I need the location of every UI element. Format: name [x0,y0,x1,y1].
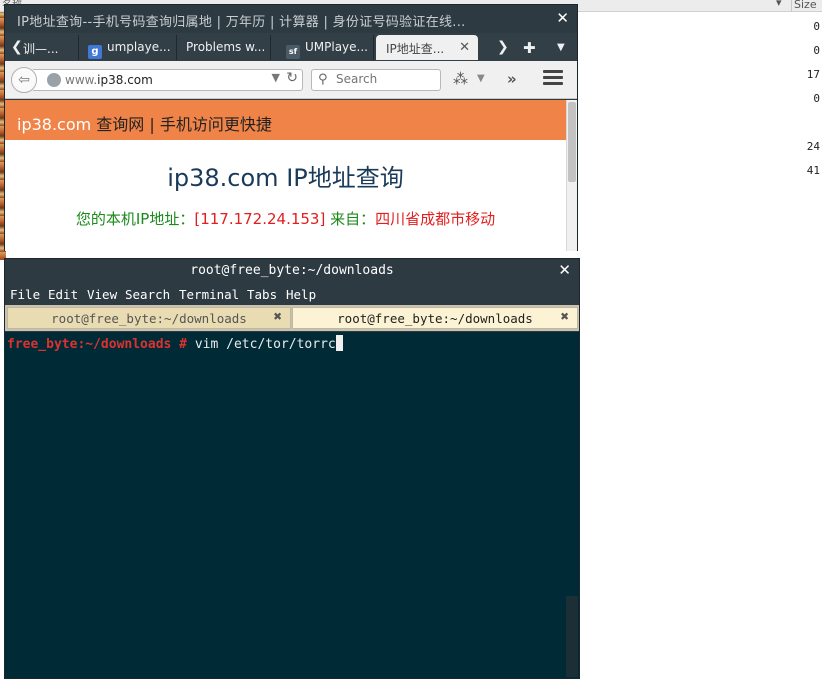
tab-scroll-left-icon[interactable]: ❮ [11,39,23,55]
firefox-window: IP地址查询--手机号码查询归属地 | 万年历 | 计算器 | 身份证号码验证在… [4,4,578,251]
close-icon[interactable]: ✕ [556,9,569,27]
site-banner: ip38.com 查询网 | 手机访问更快捷 [5,100,566,140]
reload-icon[interactable]: ↻ [286,70,298,86]
url-bar[interactable]: www.ip38.com ▼ ↻ [33,69,303,91]
ip-label: 您的本机IP地址： [75,210,195,228]
banner-subtitle[interactable]: 查询网 | 手机访问更快捷 [91,115,272,134]
url-text[interactable]: www.ip38.com [65,73,153,87]
addon-icon[interactable]: ⁂ [453,70,468,88]
browser-tab[interactable]: 训—... [23,35,79,60]
menu-help[interactable]: Help [286,287,316,302]
ip-address-value: [117.172.24.153] [194,210,326,228]
globe-icon [47,73,61,87]
page-scrollbar[interactable] [566,100,577,251]
from-label: 来自： [325,210,376,228]
hamburger-menu-icon[interactable] [543,70,563,88]
addon-dropdown-icon[interactable]: ▼ [477,73,485,84]
terminal-scrollbar[interactable] [566,596,578,677]
url-history-dropdown-icon[interactable]: ▼ [272,71,280,84]
menu-terminal[interactable]: Terminal [179,287,239,302]
close-tab-icon[interactable]: ✕ [459,40,470,55]
menu-search[interactable]: Search [125,287,170,302]
terminal-title: root@free_byte:~/downloads [190,263,394,278]
file-size-cell: 24 [806,140,820,153]
tab-list-chevron-down-icon[interactable]: ▼ [557,42,565,53]
file-size-cell: 41 [806,164,820,177]
back-arrow-icon: ⇦ [18,72,30,88]
banner-text: ip38.com 查询网 | 手机访问更快捷 [17,111,272,135]
google-icon: g [88,45,102,59]
menu-tabs[interactable]: Tabs [247,287,277,302]
file-size-cell: 0 [813,92,820,105]
overflow-chevron-icon[interactable]: » [507,70,517,88]
column-divider [791,0,792,12]
banner-site-link[interactable]: ip38.com [17,115,91,134]
browser-tab[interactable]: g umplaye... [82,35,177,60]
new-tab-icon[interactable]: ✚ [523,39,536,57]
text-cursor [335,335,343,351]
terminal-window: root@free_byte:~/downloads ✕ File Edit V… [4,258,580,679]
browser-tab-active[interactable]: IP地址查... ✕ [376,35,478,60]
column-header-size[interactable]: Size [794,0,817,11]
close-tab-icon[interactable]: ✖ [274,309,282,325]
typed-command: vim /etc/tor/torrc [187,337,336,352]
file-size-cell: 0 [813,44,820,57]
browser-tab[interactable]: Problems w... [179,35,271,60]
search-input[interactable] [336,72,436,86]
navigation-toolbar: www.ip38.com ▼ ↻ ⇦ ⚲ ⁂ ▼ » [5,61,577,99]
terminal-tab[interactable]: root@free_byte:~/downloads ✖ [7,307,291,329]
ip-info-line: 您的本机IP地址：[117.172.24.153] 来自：四川省成都市移动 [5,208,566,229]
terminal-tab-strip: root@free_byte:~/downloads ✖ root@free_b… [5,305,579,331]
page-heading: ip38.com IP地址查询 [167,164,404,192]
sort-arrow-icon[interactable]: ▾ [776,0,782,9]
firefox-titlebar[interactable]: IP地址查询--手机号码查询归属地 | 万年历 | 计算器 | 身份证号码验证在… [5,5,577,33]
window-title: IP地址查询--手机号码查询归属地 | 万年历 | 计算器 | 身份证号码验证在… [17,15,466,30]
terminal-tab-active[interactable]: root@free_byte:~/downloads ✖ [292,307,578,329]
file-size-cell: 17 [806,68,820,81]
sourceforge-icon: sf [286,45,300,59]
terminal-titlebar[interactable]: root@free_byte:~/downloads ✕ [5,259,579,283]
command-line: free_byte:~/downloads # vim /etc/tor/tor… [7,335,343,352]
menu-view[interactable]: View [87,287,117,302]
browser-tab[interactable]: sf UMPlaye... [280,35,374,60]
scrollbar-thumb[interactable] [568,102,576,182]
tab-strip: ❮ 训—... g umplaye... Problems w... sf UMPl… [5,33,577,61]
tab-scroll-right-icon[interactable]: ❯ [497,39,509,55]
menu-edit[interactable]: Edit [48,287,78,302]
web-page: ip38.com 查询网 | 手机访问更快捷 ip38.com IP地址查询 您… [5,100,566,251]
terminal-output[interactable]: free_byte:~/downloads # vim /etc/tor/tor… [5,332,579,678]
file-size-cell: 0 [813,20,820,33]
search-icon: ⚲ [318,72,328,87]
close-tab-icon[interactable]: ✖ [561,309,569,325]
terminal-menubar: File Edit View Search Terminal Tabs Help [5,283,579,305]
close-icon[interactable]: ✕ [558,261,571,279]
location-value: 四川省成都市移动 [375,210,496,228]
back-button[interactable]: ⇦ [11,67,37,93]
shell-prompt: free_byte:~/downloads # [7,337,188,352]
search-box[interactable]: ⚲ [311,69,441,91]
menu-file[interactable]: File [10,287,40,302]
